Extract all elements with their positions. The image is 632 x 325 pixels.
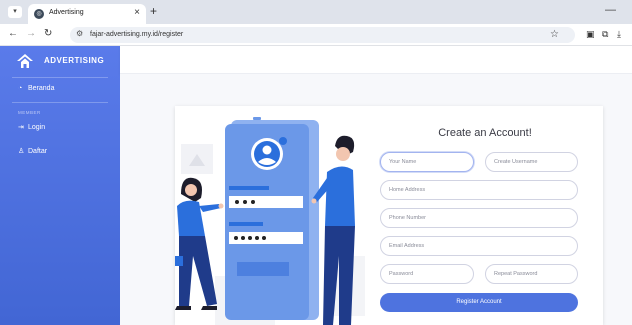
extensions-puzzle-icon[interactable]: ⧉	[602, 29, 608, 40]
register-account-button[interactable]: Register Account	[380, 293, 578, 312]
browser-tab-bar: ▾ ◎ Advertising × + —	[0, 0, 632, 24]
download-icon[interactable]: ⤓	[617, 29, 621, 40]
sign-in-icon: ⇥	[18, 124, 24, 131]
gauge-icon: ◔	[18, 85, 23, 92]
sidebar-heading: MEMBER	[18, 110, 41, 115]
top-navbar	[120, 46, 632, 74]
browser-toolbar: ← → ↻ ⚙ fajar-advertising.my.id/register…	[0, 24, 632, 46]
sidebar-item-label: Login	[28, 124, 46, 131]
repeat-password-input[interactable]: Repeat Password	[485, 264, 578, 284]
minimize-icon[interactable]: —	[605, 4, 616, 16]
sidebar-brand[interactable]: ADVERTISING	[0, 46, 120, 76]
forward-icon[interactable]: →	[26, 28, 36, 39]
brand-text: ADVERTISING	[44, 56, 105, 65]
tab-title: Advertising	[49, 9, 84, 16]
sidebar-item-label: Beranda	[28, 85, 55, 92]
reload-icon[interactable]: ↻	[44, 28, 52, 39]
your-name-input[interactable]: Your Name	[380, 152, 474, 172]
sidebar-divider	[12, 102, 108, 103]
browser-tab[interactable]: ◎ Advertising ×	[28, 4, 146, 24]
user-plus-icon: ♙	[18, 148, 25, 155]
register-card: Create an Account! Your Name Create User…	[175, 106, 603, 325]
extension-icon[interactable]: ▣	[586, 29, 595, 40]
password-input[interactable]: Password	[380, 264, 474, 284]
sidebar-divider	[12, 77, 108, 78]
house-logo-icon	[17, 54, 33, 68]
sidebar-item-daftar[interactable]: ♙ Daftar	[18, 147, 47, 155]
email-address-input[interactable]: Email Address	[380, 236, 578, 256]
tab-close-icon[interactable]: ×	[134, 7, 140, 18]
tab-search-icon[interactable]: ▾	[8, 6, 22, 18]
url-text: fajar-advertising.my.id/register	[90, 31, 184, 38]
bookmark-star-icon[interactable]: ☆	[550, 29, 559, 40]
new-tab-icon[interactable]: +	[150, 4, 157, 18]
site-info-icon[interactable]: ⚙	[76, 29, 83, 38]
back-icon[interactable]: ←	[8, 28, 18, 39]
sidebar-item-beranda[interactable]: ◔ Beranda	[18, 85, 54, 92]
home-address-input[interactable]: Home Address	[380, 180, 578, 200]
sidebar: ADVERTISING ◔ Beranda MEMBER ⇥ Login ♙ Daft…	[0, 46, 120, 325]
create-username-input[interactable]: Create Username	[485, 152, 578, 172]
sidebar-item-label: Daftar	[28, 148, 48, 155]
address-bar[interactable]: ⚙ fajar-advertising.my.id/register ☆	[70, 27, 575, 43]
favicon-icon: ◎	[34, 9, 44, 19]
form-title: Create an Account!	[438, 127, 532, 139]
register-illustration	[175, 117, 365, 325]
sidebar-item-login[interactable]: ⇥ Login	[18, 123, 45, 131]
phone-number-input[interactable]: Phone Number	[380, 208, 578, 228]
